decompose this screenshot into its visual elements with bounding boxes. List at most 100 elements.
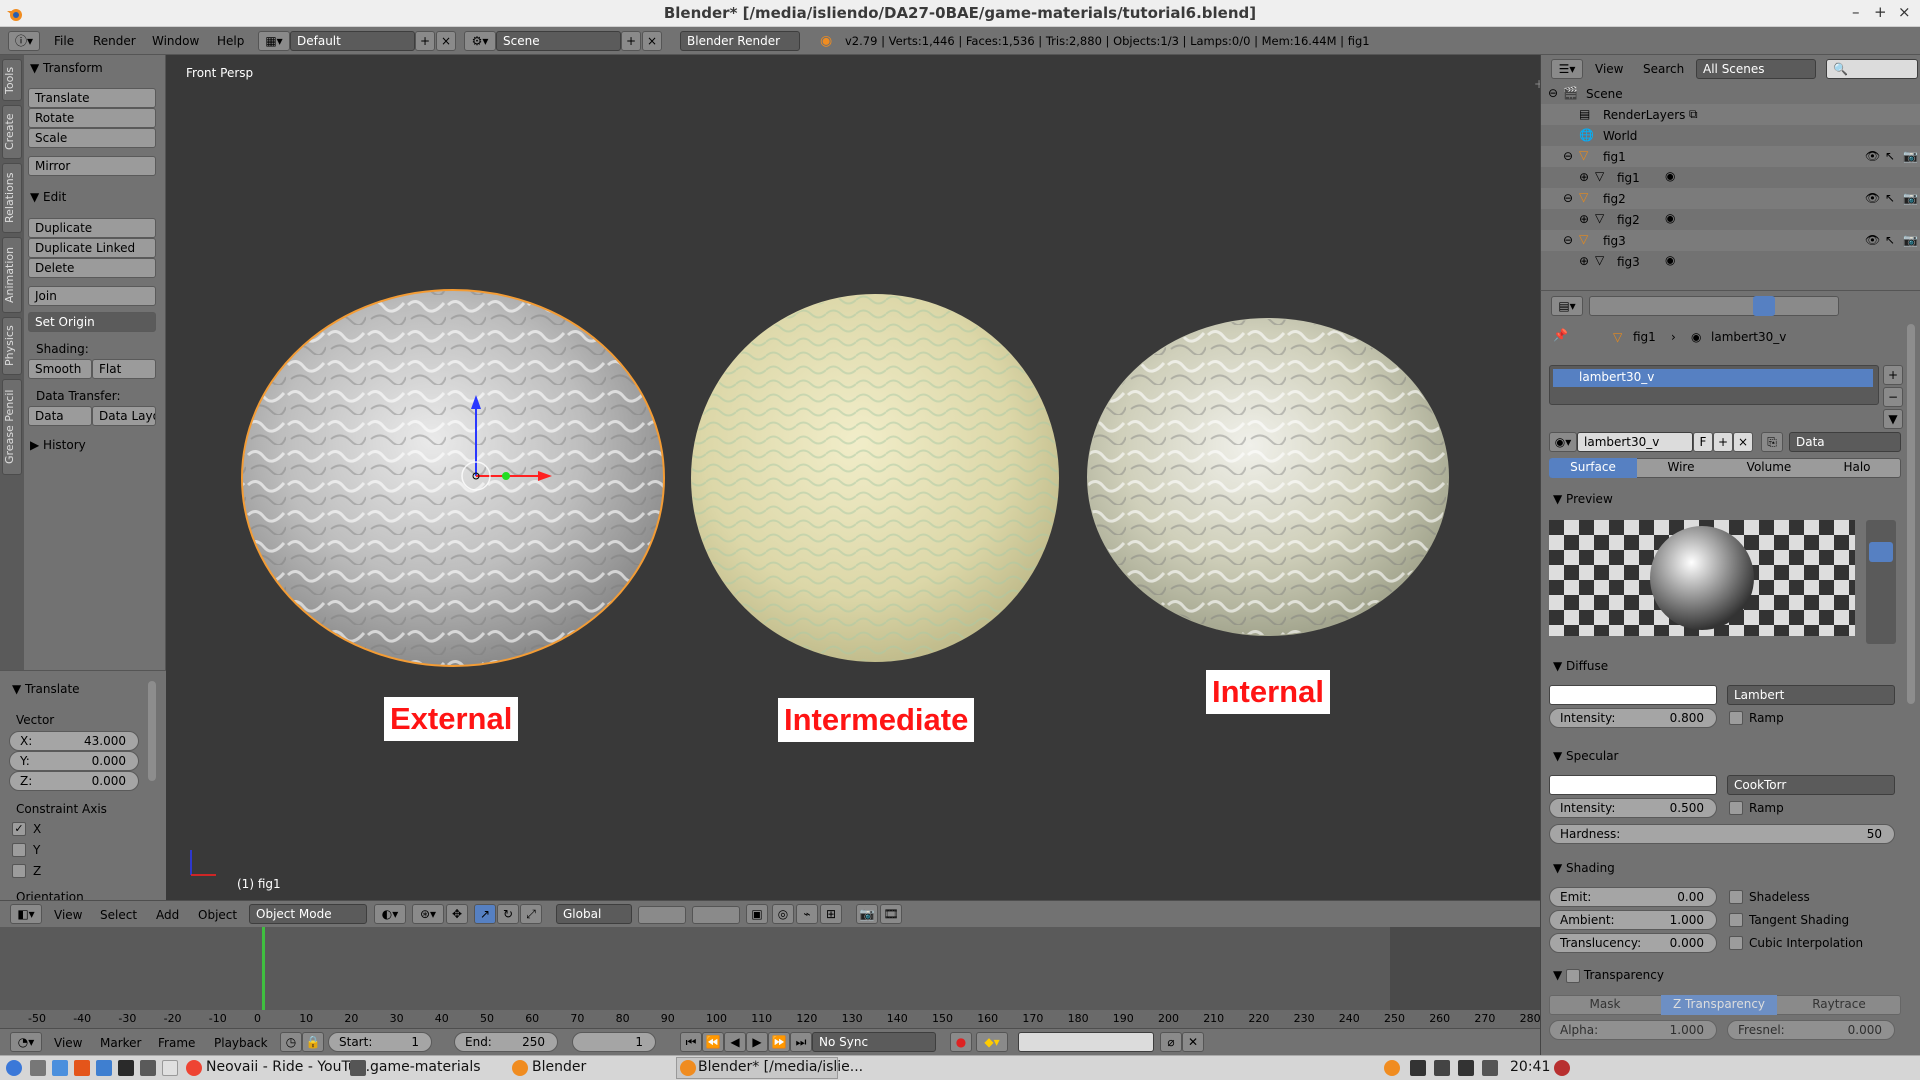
pin-icon[interactable]: 📌 bbox=[1553, 328, 1568, 342]
tab-volume[interactable]: Volume bbox=[1725, 458, 1813, 478]
tl-menu-playback[interactable]: Playback bbox=[214, 1036, 268, 1050]
delete-keyframe-icon[interactable]: ✕ bbox=[1182, 1032, 1204, 1052]
render-still-icon[interactable]: 📷 bbox=[856, 904, 878, 924]
collapse-icon[interactable]: ⊖ bbox=[1563, 191, 1573, 205]
expand-icon[interactable]: ⊕ bbox=[1579, 212, 1589, 226]
data-button[interactable]: Data bbox=[28, 406, 92, 426]
close-button[interactable]: × bbox=[1898, 3, 1911, 21]
diffuse-panel-header[interactable]: ▼ Diffuse bbox=[1553, 659, 1608, 673]
menu-file[interactable]: File bbox=[54, 34, 74, 48]
transparency-panel-header[interactable]: ▼ Transparency bbox=[1553, 968, 1664, 983]
translate-button[interactable]: Translate bbox=[28, 88, 156, 108]
object-mode-select[interactable]: Object Mode bbox=[249, 904, 367, 924]
properties-context-tabs[interactable] bbox=[1589, 296, 1839, 316]
layers-grid-2[interactable] bbox=[692, 906, 740, 924]
tl-menu-view[interactable]: View bbox=[54, 1036, 82, 1050]
rotate-button[interactable]: Rotate bbox=[28, 108, 156, 128]
vp-menu-select[interactable]: Select bbox=[100, 908, 137, 922]
task-youtube[interactable]: Neovaii - Ride - YouTu... bbox=[206, 1059, 370, 1075]
visibility-eye-icon[interactable]: 👁 bbox=[1865, 191, 1880, 205]
vp-menu-view[interactable]: View bbox=[54, 908, 82, 922]
unlink-material-icon[interactable]: × bbox=[1733, 432, 1753, 452]
viewport-shading-icon[interactable]: ◐▾ bbox=[374, 904, 406, 924]
vp-menu-object[interactable]: Object bbox=[198, 908, 237, 922]
misc-icon[interactable] bbox=[162, 1060, 178, 1076]
menu-render[interactable]: Render bbox=[93, 34, 136, 48]
outliner-row-fig2-mesh[interactable]: ⊕ ▽ fig2 ◉ bbox=[1541, 209, 1920, 230]
hardness-field[interactable]: Hardness: 50 bbox=[1549, 824, 1895, 844]
task-manager-icon[interactable] bbox=[140, 1060, 156, 1076]
shadeless-checkbox[interactable] bbox=[1729, 890, 1743, 904]
current-frame-field[interactable]: 1 bbox=[572, 1032, 656, 1052]
sphere-internal[interactable] bbox=[1087, 318, 1449, 636]
layout-field[interactable]: Default bbox=[290, 31, 415, 51]
shading-panel-header[interactable]: ▼ Shading bbox=[1553, 861, 1615, 875]
vector-y-field[interactable]: Y: 0.000 bbox=[9, 751, 139, 771]
visibility-eye-icon[interactable]: 👁 bbox=[1865, 149, 1880, 163]
show-desktop-icon[interactable] bbox=[30, 1060, 46, 1076]
outliner-row-scene[interactable]: ⊖ 🎬 Scene bbox=[1541, 83, 1920, 104]
constraint-x-checkbox[interactable]: ✓ bbox=[12, 822, 26, 836]
editor-type-icon[interactable]: ◧▾ bbox=[10, 904, 42, 924]
properties-scrollbar[interactable] bbox=[1907, 324, 1915, 704]
vector-z-field[interactable]: Z: 0.000 bbox=[9, 771, 139, 791]
flat-button[interactable]: Flat bbox=[92, 359, 156, 379]
specular-shader-select[interactable]: CookTorr bbox=[1727, 775, 1895, 795]
transparency-checkbox[interactable] bbox=[1566, 968, 1581, 983]
remove-layout-icon[interactable]: × bbox=[436, 31, 456, 51]
diffuse-color-swatch[interactable] bbox=[1549, 685, 1717, 705]
tab-surface[interactable]: Surface bbox=[1549, 458, 1637, 478]
data-layout-button[interactable]: Data Layo bbox=[92, 406, 156, 426]
proportional-edit-icon[interactable]: ◎ bbox=[772, 904, 794, 924]
ambient-field[interactable]: Ambient: 1.000 bbox=[1549, 910, 1717, 930]
task-game-materials[interactable]: game-materials bbox=[370, 1059, 481, 1075]
scene-field[interactable]: Scene bbox=[496, 31, 621, 51]
insert-keyframe-icon[interactable]: ⌀ bbox=[1160, 1032, 1182, 1052]
tangent-shading-checkbox[interactable] bbox=[1729, 913, 1743, 927]
material-browse-icon[interactable]: ◉▾ bbox=[1549, 432, 1577, 452]
delete-button[interactable]: Delete bbox=[28, 258, 156, 278]
tab-create[interactable]: Create bbox=[2, 105, 22, 159]
menu-help[interactable]: Help bbox=[217, 34, 244, 48]
play-reverse-icon[interactable]: ◀ bbox=[724, 1032, 746, 1052]
snap-element-icon[interactable]: ⊞ bbox=[820, 904, 842, 924]
info-editor-type-icon[interactable]: ⓘ▾ bbox=[8, 31, 40, 51]
start-frame-field[interactable]: Start: 1 bbox=[328, 1032, 432, 1052]
render-camera-icon[interactable]: 📷 bbox=[1903, 191, 1918, 205]
add-layout-icon[interactable]: + bbox=[415, 31, 435, 51]
terminal-icon[interactable] bbox=[118, 1060, 134, 1076]
tray-volume-icon[interactable] bbox=[1482, 1060, 1498, 1076]
timeline-editor-type-icon[interactable]: ◔▾ bbox=[10, 1032, 42, 1052]
tl-menu-frame[interactable]: Frame bbox=[158, 1036, 195, 1050]
expand-icon[interactable]: ⊕ bbox=[1579, 254, 1589, 268]
material-link-select[interactable]: Data bbox=[1789, 432, 1901, 452]
diffuse-intensity-slider[interactable]: Intensity: 0.800 bbox=[1549, 708, 1717, 728]
outliner-row-fig3-mesh[interactable]: ⊕ ▽ fig3 ◉ bbox=[1541, 251, 1920, 272]
sync-mode-select[interactable]: No Sync bbox=[812, 1032, 936, 1052]
tab-z-transparency[interactable]: Z Transparency bbox=[1661, 995, 1777, 1015]
remove-scene-icon[interactable]: × bbox=[642, 31, 662, 51]
tab-wire[interactable]: Wire bbox=[1637, 458, 1725, 478]
outliner-row-fig1[interactable]: ⊖ ▽ fig1 👁 ↖ 📷 bbox=[1541, 146, 1920, 167]
fresnel-field[interactable]: Fresnel: 0.000 bbox=[1727, 1020, 1895, 1040]
render-camera-icon[interactable]: 📷 bbox=[1903, 233, 1918, 247]
slot-menu-icon[interactable]: ▼ bbox=[1883, 409, 1903, 429]
material-name-field[interactable]: lambert30_v bbox=[1577, 432, 1693, 452]
add-scene-icon[interactable]: + bbox=[621, 31, 641, 51]
material-context-tab[interactable] bbox=[1753, 296, 1775, 316]
constraint-z-checkbox[interactable] bbox=[12, 864, 26, 878]
cubic-interpolation-checkbox[interactable] bbox=[1729, 936, 1743, 950]
prev-keyframe-icon[interactable]: ⏪ bbox=[702, 1032, 724, 1052]
collapse-icon[interactable]: ⊖ bbox=[1548, 86, 1558, 100]
preview-sphere-button[interactable] bbox=[1869, 542, 1893, 562]
tab-tools[interactable]: Tools bbox=[2, 59, 22, 101]
outliner-row-fig3[interactable]: ⊖ ▽ fig3 👁 ↖ 📷 bbox=[1541, 230, 1920, 251]
constraint-y-checkbox[interactable] bbox=[12, 843, 26, 857]
render-engine-select[interactable]: Blender Render bbox=[680, 31, 800, 51]
translate-panel-header[interactable]: ▼ Translate bbox=[12, 682, 80, 696]
preview-panel-header[interactable]: ▼ Preview bbox=[1553, 492, 1613, 506]
tab-mask[interactable]: Mask bbox=[1549, 995, 1661, 1015]
keying-set-field[interactable] bbox=[1018, 1032, 1154, 1052]
set-origin-select[interactable]: Set Origin bbox=[28, 312, 156, 332]
tab-relations[interactable]: Relations bbox=[2, 163, 22, 233]
